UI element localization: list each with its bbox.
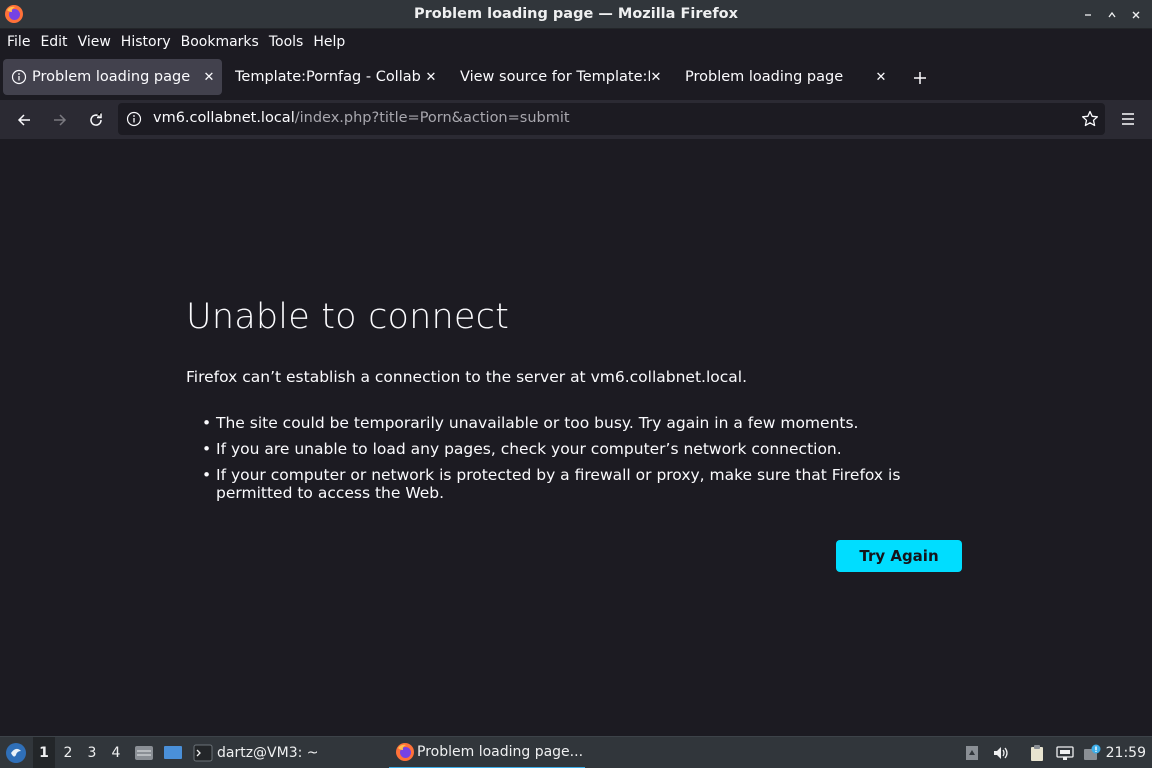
- app-launcher-icon: [6, 743, 26, 763]
- workspace-3[interactable]: 3: [81, 737, 103, 768]
- menu-view[interactable]: View: [73, 34, 116, 50]
- suggestion-item: If your computer or network is protected…: [202, 466, 972, 502]
- tab-view-source[interactable]: View source for Template:Po ✕: [450, 59, 669, 95]
- clipboard-button[interactable]: [1026, 737, 1048, 768]
- try-again-button[interactable]: Try Again: [836, 540, 962, 572]
- maximize-button[interactable]: [1100, 5, 1124, 25]
- window-controls: [1076, 0, 1148, 29]
- file-manager-icon: [135, 746, 153, 760]
- terminal-label: dartz@VM3: ~: [217, 745, 319, 761]
- menu-help[interactable]: Help: [308, 34, 350, 50]
- workspace-2[interactable]: 2: [57, 737, 79, 768]
- new-tab-button[interactable]: [908, 66, 932, 90]
- minimize-button[interactable]: [1076, 5, 1100, 25]
- firefox-logo-icon: [5, 5, 23, 23]
- bookmark-star-icon[interactable]: [1081, 110, 1099, 128]
- speaker-icon: [994, 747, 1008, 759]
- suggestion-item: The site could be temporarily unavailabl…: [202, 414, 972, 432]
- app-menu-button[interactable]: [1116, 107, 1140, 131]
- suggestion-item: If you are unable to load any pages, che…: [202, 440, 972, 458]
- notification-icon: [1084, 744, 1101, 760]
- terminal-icon: [193, 744, 213, 762]
- tab-label: Problem loading page: [32, 69, 191, 85]
- clipboard-icon: [1031, 745, 1043, 761]
- back-button[interactable]: [11, 107, 37, 133]
- menu-history[interactable]: History: [116, 34, 176, 50]
- show-desktop-button[interactable]: [162, 737, 184, 768]
- up-arrow-icon: [966, 746, 978, 760]
- menu-bookmarks[interactable]: Bookmarks: [176, 34, 264, 50]
- url-bar[interactable]: vm6.collabnet.local/index.php?title=Porn…: [118, 103, 1105, 135]
- close-tab-button[interactable]: ✕: [872, 68, 890, 86]
- clock[interactable]: 21:59: [1106, 737, 1146, 768]
- error-suggestions: The site could be temporarily unavailabl…: [202, 414, 972, 510]
- close-tab-button[interactable]: ✕: [422, 68, 440, 86]
- firefox-task-label: Problem loading page...: [417, 744, 584, 760]
- close-window-button[interactable]: [1124, 5, 1148, 25]
- reload-button[interactable]: [83, 107, 109, 133]
- firefox-icon: [396, 743, 414, 761]
- close-icon: [1132, 11, 1140, 18]
- error-page: Unable to connect Firefox can’t establis…: [0, 140, 1152, 736]
- tab-template-pornfag[interactable]: Template:Pornfag - CollabVM ✕: [225, 59, 444, 95]
- start-menu-button[interactable]: [4, 737, 28, 768]
- desktop-icon: [164, 746, 182, 759]
- workspace-4[interactable]: 4: [105, 737, 127, 768]
- url-host: vm6.collabnet.local: [153, 110, 295, 126]
- error-title: Unable to connect: [186, 297, 510, 337]
- tab-problem-loading[interactable]: Problem loading page ✕: [675, 59, 894, 95]
- window-title: Problem loading page — Mozilla Firefox: [414, 6, 738, 22]
- workspace-1[interactable]: 1: [33, 737, 55, 768]
- close-tab-button[interactable]: ✕: [200, 68, 218, 86]
- file-manager-launcher[interactable]: [133, 737, 155, 768]
- window-titlebar: Problem loading page — Mozilla Firefox: [0, 0, 1152, 29]
- forward-button[interactable]: [47, 107, 73, 133]
- notifications-button[interactable]: [1081, 737, 1103, 768]
- error-description: Firefox can’t establish a connection to …: [186, 368, 747, 386]
- tab-label: Problem loading page: [685, 69, 844, 85]
- tab-problem-loading-active[interactable]: Problem loading page ✕: [3, 59, 222, 95]
- tab-label: Template:Pornfag - CollabVM: [235, 69, 421, 85]
- network-button[interactable]: [1054, 737, 1076, 768]
- close-tab-button[interactable]: ✕: [647, 68, 665, 86]
- url-path: /index.php?title=Porn&action=submit: [294, 110, 570, 126]
- tab-label: View source for Template:Po: [460, 69, 650, 85]
- taskbar-terminal[interactable]: dartz@VM3: ~: [193, 737, 319, 768]
- info-icon: [11, 69, 27, 85]
- tab-strip: Problem loading page ✕ Template:Pornfag …: [0, 54, 1152, 100]
- volume-button[interactable]: [990, 737, 1012, 768]
- url-text[interactable]: vm6.collabnet.local/index.php?title=Porn…: [153, 110, 570, 126]
- menu-tools[interactable]: Tools: [264, 34, 309, 50]
- menu-edit[interactable]: Edit: [35, 34, 72, 50]
- reload-icon: [90, 112, 102, 126]
- menu-bar: File Edit View History Bookmarks Tools H…: [0, 29, 1152, 54]
- hamburger-menu-icon: [1122, 113, 1134, 125]
- network-icon: [1056, 746, 1074, 760]
- tray-expand-button[interactable]: [963, 737, 981, 768]
- arrow-left-icon: [17, 114, 30, 126]
- taskbar: 1 2 3 4 dartz@VM3: ~ Problem loading pag…: [0, 736, 1152, 768]
- arrow-right-icon: [54, 114, 67, 126]
- taskbar-firefox[interactable]: Problem loading page...: [389, 737, 585, 768]
- navigation-toolbar: vm6.collabnet.local/index.php?title=Porn…: [0, 100, 1152, 139]
- minimize-icon: [1085, 13, 1091, 16]
- plus-icon: [914, 72, 926, 84]
- site-info-icon[interactable]: [126, 111, 142, 127]
- menu-file[interactable]: File: [2, 34, 35, 50]
- maximize-icon: [1108, 11, 1116, 17]
